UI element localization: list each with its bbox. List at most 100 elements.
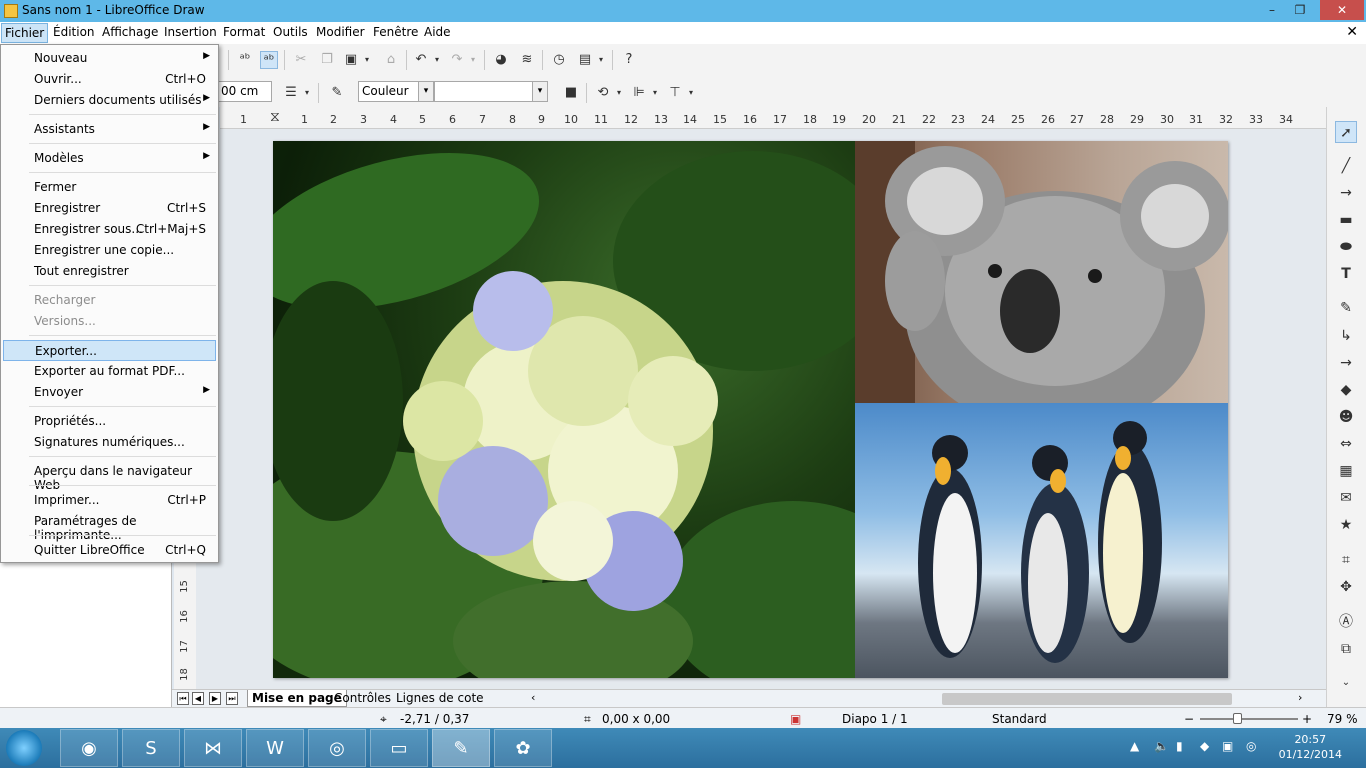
menu-item-quitter[interactable]: Quitter LibreOffice Ctrl+Q — [3, 540, 216, 561]
drawing-canvas[interactable] — [196, 129, 1326, 689]
menu-affichage[interactable]: Affichage — [102, 25, 158, 39]
draw-page[interactable] — [273, 141, 1228, 678]
chart-icon[interactable]: ◕ — [492, 51, 510, 69]
text-tool-icon[interactable]: T — [1335, 263, 1357, 285]
chevron-down-icon[interactable]: ▾ — [418, 82, 433, 101]
scroll-left-icon[interactable]: ‹ — [527, 690, 539, 707]
zoom-slider-thumb[interactable] — [1233, 713, 1242, 724]
line-width-field[interactable]: 00 cm — [218, 81, 272, 102]
menu-item-tout-enregistrer[interactable]: Tout enregistrer — [3, 261, 216, 282]
clock-icon[interactable]: ◷ — [550, 51, 568, 69]
undo-dropdown-icon[interactable]: ▾ — [432, 51, 442, 69]
hydrangea-photo[interactable] — [273, 141, 855, 678]
volume-icon[interactable]: 🔈 — [1154, 739, 1169, 753]
menu-item-enregistrer-copie[interactable]: Enregistrer une copie... — [3, 240, 216, 261]
points-icon[interactable]: ⌗ — [1335, 549, 1357, 571]
menu-item-imprimer[interactable]: Imprimer... Ctrl+P — [3, 490, 216, 511]
menu-item-modeles[interactable]: Modèles ▶ — [3, 148, 216, 169]
basic-shapes-icon[interactable]: ◆ — [1335, 379, 1357, 401]
zoom-slider-track[interactable] — [1200, 718, 1298, 720]
auto-spellcheck-icon[interactable]: ᵃᵇ — [260, 51, 278, 69]
zoom-level[interactable]: 79 % — [1327, 712, 1358, 726]
paste-dropdown-icon[interactable]: ▾ — [362, 51, 372, 69]
ellipse-tool-icon[interactable]: ⬬ — [1335, 236, 1357, 258]
tray-orange-icon[interactable]: ◎ — [1246, 739, 1256, 753]
libreoffice-draw-taskbar-icon[interactable]: ✎ — [432, 729, 490, 767]
menu-edition[interactable]: Édition — [53, 25, 95, 39]
align-dropdown-icon[interactable]: ▾ — [650, 84, 660, 102]
redo-dropdown-icon[interactable]: ▾ — [468, 51, 478, 69]
menu-item-envoyer[interactable]: Envoyer ▶ — [3, 382, 216, 403]
line-arrow-tool-icon[interactable]: → — [1335, 182, 1357, 204]
network-icon[interactable]: ▮ — [1176, 739, 1183, 753]
menu-insertion[interactable]: Insertion — [164, 25, 217, 39]
callouts-icon[interactable]: ✉ — [1335, 487, 1357, 509]
tab-controles[interactable]: Contrôles — [330, 690, 395, 707]
penguins-photo[interactable] — [855, 403, 1228, 678]
clone-formatting-icon[interactable]: ⌂ — [382, 51, 400, 69]
line-style-dropdown-icon[interactable]: ▾ — [302, 84, 312, 102]
align-icon[interactable]: ⊫ — [630, 84, 648, 102]
maximize-button[interactable]: ❐ — [1286, 0, 1314, 20]
zoom-out-button[interactable]: − — [1184, 712, 1194, 726]
menu-item-assistants[interactable]: Assistants ▶ — [3, 119, 216, 140]
close-window-button[interactable]: ✕ — [1320, 0, 1364, 20]
menu-item-exporter-pdf[interactable]: Exporter au format PDF... — [3, 361, 216, 382]
tab-lignes-de-cote[interactable]: Lignes de cote — [392, 690, 488, 707]
menu-item-ouvrir[interactable]: Ouvrir... Ctrl+O — [3, 69, 216, 90]
rotate-icon[interactable]: ⟲ — [594, 84, 612, 102]
menu-item-apercu-web[interactable]: Aperçu dans le navigateur Web — [3, 461, 216, 492]
indent-marker-icon[interactable]: ⧖ — [270, 109, 280, 125]
menu-item-proprietes[interactable]: Propriétés... — [3, 411, 216, 432]
fontwork-icon[interactable]: Ⓐ — [1335, 611, 1357, 633]
cinema4d-taskbar-icon[interactable]: ◎ — [308, 729, 366, 767]
fill-bucket-icon[interactable]: ✎ — [328, 84, 346, 102]
menu-aide[interactable]: Aide — [424, 25, 451, 39]
copy-icon[interactable]: ❐ — [318, 51, 336, 69]
start-button[interactable] — [6, 730, 42, 766]
minimize-button[interactable]: – — [1258, 0, 1286, 20]
word-taskbar-icon[interactable]: W — [246, 729, 304, 767]
select-arrow-icon[interactable]: ➚ — [1335, 121, 1357, 143]
glue-points-icon[interactable]: ✥ — [1335, 576, 1357, 598]
document-modified-icon[interactable]: ▣ — [790, 712, 801, 726]
menu-item-fermer[interactable]: Fermer — [3, 177, 216, 198]
menu-item-nouveau[interactable]: Nouveau ▶ — [3, 48, 216, 69]
tray-update-icon[interactable]: ▣ — [1222, 739, 1233, 753]
cut-icon[interactable]: ✂ — [292, 51, 310, 69]
slide-icon[interactable]: ▤ — [576, 51, 594, 69]
rectangle-tool-icon[interactable]: ▬ — [1335, 209, 1357, 231]
explorer-taskbar-icon[interactable]: ▭ — [370, 729, 428, 767]
firefox-taskbar-icon[interactable]: ◉ — [60, 729, 118, 767]
first-tab-icon[interactable]: ⏮ — [177, 692, 189, 705]
system-clock[interactable]: 20:57 01/12/2014 — [1279, 732, 1342, 762]
menu-format[interactable]: Format — [223, 25, 265, 39]
menu-outils[interactable]: Outils — [273, 25, 308, 39]
visual-studio-taskbar-icon[interactable]: ⋈ — [184, 729, 242, 767]
menu-item-signatures[interactable]: Signatures numériques... — [3, 432, 216, 453]
arrange-dropdown-icon[interactable]: ▾ — [686, 84, 696, 102]
menu-modifier[interactable]: Modifier — [316, 25, 365, 39]
navigator-icon[interactable]: ≋ — [518, 51, 536, 69]
next-tab-icon[interactable]: ▶ — [209, 692, 221, 705]
symbol-shapes-icon[interactable]: ☻ — [1335, 406, 1357, 428]
last-tab-icon[interactable]: ⏭ — [226, 692, 238, 705]
koala-photo[interactable] — [855, 141, 1228, 403]
menu-item-parametrages-imprimante[interactable]: Paramétrages de l'imprimante... — [3, 511, 216, 542]
menu-fenetre[interactable]: Fenêtre — [373, 25, 418, 39]
arrange-icon[interactable]: ⊤ — [666, 84, 684, 102]
flowchart-icon[interactable]: ▦ — [1335, 460, 1357, 482]
lines-arrows-tool-icon[interactable]: → — [1335, 352, 1357, 374]
line-tool-icon[interactable]: ╱ — [1335, 155, 1357, 177]
block-arrows-icon[interactable]: ⇔ — [1335, 433, 1357, 455]
tray-app-icon[interactable]: ◆ — [1200, 739, 1209, 753]
curve-tool-icon[interactable]: ✎ — [1335, 297, 1357, 319]
skype-taskbar-icon[interactable]: S — [122, 729, 180, 767]
spellcheck-icon[interactable]: ᵃᵇ — [236, 51, 254, 69]
menu-fichier[interactable]: Fichier — [1, 23, 49, 43]
from-file-icon[interactable]: ⧉ — [1335, 638, 1357, 660]
help-icon[interactable]: ? — [620, 51, 638, 69]
paint-taskbar-icon[interactable]: ✿ — [494, 729, 552, 767]
chevron-down-icon[interactable]: ▾ — [532, 82, 547, 101]
undo-icon[interactable]: ↶ — [412, 51, 430, 69]
